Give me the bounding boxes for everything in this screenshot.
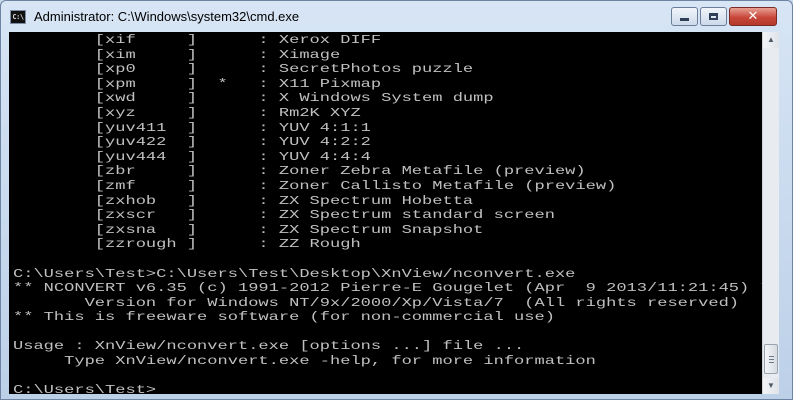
cmd-window: C:\ Administrator: C:\Windows\system32\c… (0, 0, 793, 400)
minimize-icon (680, 18, 689, 21)
maximize-button[interactable] (700, 7, 727, 26)
console-line: [zbr ] : Zoner Zebra Metafile (preview) (13, 164, 586, 179)
window-title: Administrator: C:\Windows\system32\cmd.e… (34, 9, 300, 24)
console-line: Type XnView/nconvert.exe -help, for more… (13, 354, 596, 369)
console-line: [yuv444 ] : YUV 4:4:4 (13, 149, 371, 164)
title-bar[interactable]: C:\ Administrator: C:\Windows\system32\c… (1, 1, 792, 32)
console-line: Usage : XnView/nconvert.exe [options ...… (13, 339, 525, 354)
console-line: [xp0 ] : SecretPhotos puzzle (13, 62, 474, 77)
console-line: ** NCONVERT v6.35 (c) 1991-2012 Pierre-E… (13, 281, 762, 296)
console-line: [zxscr ] : ZX Spectrum standard screen (13, 208, 555, 223)
console-line: [yuv411 ] : YUV 4:1:1 (13, 120, 371, 135)
scroll-down-arrow-icon[interactable]: ▼ (763, 378, 779, 394)
console-line: ** This is freeware software (for non-co… (13, 310, 555, 325)
console-line: C:\Users\Test> (13, 383, 157, 394)
console-line: [xwd ] : X Windows System dump (13, 91, 494, 106)
console-line: [zmf ] : Zoner Callisto Metafile (previe… (13, 178, 617, 193)
console-line: [xyz ] : Rm2K XYZ (13, 105, 361, 120)
cmd-icon[interactable]: C:\ (10, 10, 26, 24)
console-line: [xim ] : Ximage (13, 47, 341, 62)
console-line: [xpm ] * : X11 Pixmap (13, 76, 382, 91)
console-lines: [xif ] : Xerox DIFF [xim ] : Ximage [xp0… (13, 33, 762, 394)
console-line: [zxhob ] : ZX Spectrum Hobetta (13, 193, 474, 208)
console-line: [xif ] : Xerox DIFF (13, 33, 382, 47)
console-output[interactable]: [xif ] : Xerox DIFF [xim ] : Ximage [xp0… (9, 32, 762, 394)
vertical-scrollbar[interactable]: ▲ ▼ (762, 32, 779, 394)
scroll-up-arrow-icon[interactable]: ▲ (763, 32, 779, 48)
close-icon: ✕ (747, 9, 759, 24)
scrollbar-thumb[interactable] (764, 344, 778, 374)
close-button[interactable]: ✕ (729, 7, 777, 26)
console-line: [yuv422 ] : YUV 4:2:2 (13, 135, 371, 150)
console-line: [zzrough ] : ZZ Rough (13, 237, 361, 252)
maximize-icon (709, 13, 718, 20)
console-line: Version for Windows NT/9x/2000/Xp/Vista/… (13, 295, 740, 310)
console-line: [zxsna ] : ZX Spectrum Snapshot (13, 222, 484, 237)
minimize-button[interactable] (671, 7, 698, 26)
console-line: C:\Users\Test>C:\Users\Test\Desktop\XnVi… (13, 266, 576, 281)
grip-icon (769, 356, 774, 363)
